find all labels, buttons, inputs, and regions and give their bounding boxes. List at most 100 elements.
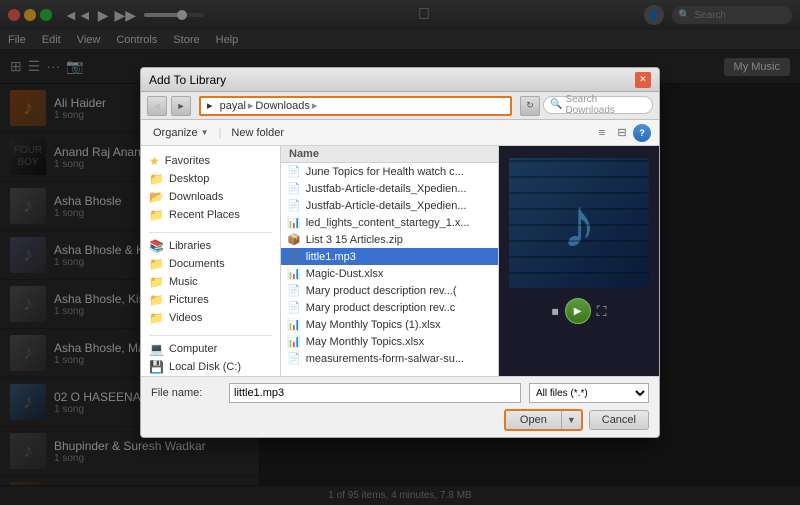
excel-icon: 📊 (287, 216, 301, 229)
desktop-label: Desktop (169, 173, 209, 185)
file-item-may1[interactable]: 📊 May Monthly Topics (1).xlsx (281, 316, 498, 333)
recent-label: Recent Places (169, 209, 240, 221)
folder-icon: 📁 (149, 293, 164, 307)
nav-back-button[interactable]: ◄ (147, 96, 167, 116)
file-name: led_lights_content_startegy_1.x... (306, 217, 470, 229)
videos-label: Videos (169, 312, 202, 324)
new-folder-button[interactable]: New folder (227, 125, 288, 141)
file-item-mp3-selected[interactable]: 🎵 little1.mp3 (281, 248, 498, 265)
tree-documents[interactable]: 📁 Documents (141, 255, 280, 273)
dialog-titlebar: Add To Library ✕ (141, 68, 659, 92)
nav-forward-button[interactable]: ► (171, 96, 191, 116)
excel-icon: 📊 (287, 267, 301, 280)
preview-play-button[interactable]: ▶ (565, 298, 591, 324)
tree-desktop[interactable]: 📁 Desktop (141, 170, 280, 188)
view-details-button[interactable]: ⊟ (613, 124, 631, 142)
computer-section: 💻 Computer 💾 Local Disk (C:) 💾 System Re… (141, 340, 280, 376)
organize-button[interactable]: Organize ▼ (149, 125, 213, 141)
help-button[interactable]: ? (633, 124, 651, 142)
dialog-overlay: Add To Library ✕ ◄ ► ▸ payal ▸ Downloads… (0, 0, 800, 505)
file-item[interactable]: 📄 Justfab-Article-details_Xpedien... (281, 180, 498, 197)
libraries-section: 📚 Libraries 📁 Documents 📁 Music 📁 Pictur… (141, 237, 280, 327)
preview-expand-button[interactable]: ⛶ (597, 303, 607, 320)
file-name: Justfab-Article-details_Xpedien... (306, 200, 467, 212)
tree-music[interactable]: 📁 Music (141, 273, 280, 291)
tree-local-disk[interactable]: 💾 Local Disk (C:) (141, 358, 280, 376)
file-icon: 📄 (287, 165, 301, 178)
dialog-actions: Open ▼ Cancel (151, 409, 649, 431)
tree-recent[interactable]: 📁 Recent Places (141, 206, 280, 224)
file-name: May Monthly Topics (1).xlsx (306, 319, 441, 331)
favorites-label: Favorites (165, 155, 210, 167)
file-list-panel: Name 📄 June Topics for Health watch c...… (281, 146, 499, 376)
documents-label: Documents (169, 258, 225, 270)
tree-downloads[interactable]: 📂 Downloads (141, 188, 280, 206)
view-list-button[interactable]: ≡ (593, 124, 611, 142)
file-item[interactable]: 📄 June Topics for Health watch c... (281, 163, 498, 180)
add-to-library-dialog: Add To Library ✕ ◄ ► ▸ payal ▸ Downloads… (140, 67, 660, 438)
tree-libraries-label: 📚 Libraries (141, 237, 280, 255)
tree-videos[interactable]: 📁 Videos (141, 309, 280, 327)
favorites-section: ★ Favorites 📁 Desktop 📂 Downloads 📁 Rece… (141, 152, 280, 224)
filename-row: File name: All files (*.*) (151, 383, 649, 403)
file-name: Mary product description rev..c (306, 302, 456, 314)
downloads-label: Downloads (169, 191, 223, 203)
dialog-bottom: File name: All files (*.*) Open ▼ Cancel (141, 376, 659, 437)
filename-input[interactable] (229, 383, 521, 403)
preview-controls: ⏹ ▶ ⛶ (552, 298, 607, 324)
dialog-toolbar: Organize ▼ | New folder ≡ ⊟ ? (141, 120, 659, 146)
libraries-icon: 📚 (149, 239, 164, 253)
breadcrumb-arrow: ▸ (207, 99, 213, 112)
file-item[interactable]: 📊 Magic-Dust.xlsx (281, 265, 498, 282)
zip-icon: 📦 (287, 233, 301, 246)
preview-stop-button[interactable]: ⏹ (552, 303, 559, 320)
file-name: Justfab-Article-details_Xpedien... (306, 183, 467, 195)
filetype-select[interactable]: All files (*.*) (529, 383, 649, 403)
breadcrumb-bar: ▸ payal ▸ Downloads ▸ (199, 96, 512, 116)
folder-icon: 📁 (149, 257, 164, 271)
nav-right-controls: ↻ 🔍 Search Downloads (520, 96, 653, 116)
organize-dropdown-icon: ▼ (201, 128, 209, 137)
file-item[interactable]: 📄 Mary product description rev..c (281, 299, 498, 316)
file-item-may2[interactable]: 📊 May Monthly Topics.xlsx (281, 333, 498, 350)
file-icon: 📄 (287, 284, 301, 297)
file-icon: 📄 (287, 352, 301, 365)
file-item[interactable]: 📄 Mary product description rev...( (281, 282, 498, 299)
file-item[interactable]: 📄 Justfab-Article-details_Xpedien... (281, 197, 498, 214)
file-item[interactable]: 📊 led_lights_content_startegy_1.x... (281, 214, 498, 231)
open-button[interactable]: Open (506, 411, 561, 429)
toolbar-divider: | (219, 127, 222, 139)
view-toggle: ≡ ⊟ ? (593, 124, 651, 142)
file-name: List 3 15 Articles.zip (306, 234, 403, 246)
open-dropdown-button[interactable]: ▼ (561, 411, 581, 429)
tree-computer-label: 💻 Computer (141, 340, 280, 358)
file-item-zip[interactable]: 📦 List 3 15 Articles.zip (281, 231, 498, 248)
preview-panel: ♪ ⏹ ▶ ⛶ (499, 146, 659, 376)
file-name: May Monthly Topics.xlsx (306, 336, 424, 348)
folder-icon: 📁 (149, 208, 164, 222)
breadcrumb-payal[interactable]: payal (220, 100, 246, 112)
hdd-icon: 💾 (149, 360, 164, 374)
breadcrumb-downloads[interactable]: Downloads (255, 100, 309, 112)
filename-label: File name: (151, 387, 221, 399)
folder-tree: ★ Favorites 📁 Desktop 📂 Downloads 📁 Rece… (141, 146, 281, 376)
tree-pictures[interactable]: 📁 Pictures (141, 291, 280, 309)
search-box-dialog[interactable]: 🔍 Search Downloads (543, 96, 653, 114)
pictures-label: Pictures (169, 294, 209, 306)
mp3-icon: 🎵 (287, 250, 301, 263)
tree-divider (149, 232, 272, 233)
folder-icon: 📂 (149, 190, 164, 204)
local-disk-label: Local Disk (C:) (169, 361, 241, 373)
tree-favorites-label: ★ Favorites (141, 152, 280, 170)
refresh-button[interactable]: ↻ (520, 96, 540, 116)
dialog-close-button[interactable]: ✕ (635, 72, 651, 88)
file-item[interactable]: 📄 measurements-form-salwar-su... (281, 350, 498, 367)
file-icon: 📄 (287, 182, 301, 195)
libraries-label: Libraries (169, 240, 211, 252)
preview-image: ♪ (509, 158, 649, 288)
file-name: little1.mp3 (306, 251, 356, 263)
file-name: measurements-form-salwar-su... (306, 353, 464, 365)
cancel-button[interactable]: Cancel (589, 410, 649, 430)
excel-icon: 📊 (287, 335, 301, 348)
dialog-nav: ◄ ► ▸ payal ▸ Downloads ▸ ↻ 🔍 Search Dow… (141, 92, 659, 120)
